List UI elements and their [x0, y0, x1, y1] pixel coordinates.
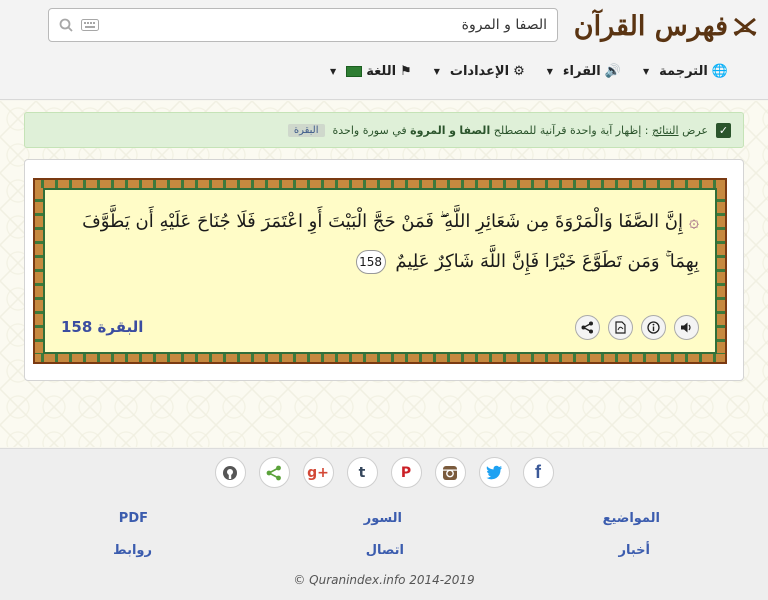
top-navbar: فهرس القرآن 🌐 الترجمة ▼ 🔊 القراء ▼ [0, 0, 768, 100]
facebook-icon[interactable]: f [522, 457, 554, 488]
footer-link-surahs[interactable]: السور [364, 511, 402, 526]
menu-language-label: اللغة [366, 64, 397, 79]
audio-icon[interactable] [674, 315, 699, 340]
menu-settings-label: الإعدادات [449, 64, 510, 79]
flag-icon: ⚑ [400, 64, 412, 79]
keyboard-icon[interactable] [81, 19, 99, 31]
share-icon[interactable] [575, 315, 600, 340]
ayah-number: 158 [355, 250, 386, 274]
search-box[interactable] [48, 8, 558, 42]
footer-link-links[interactable]: روابط [113, 543, 152, 558]
caret-down-icon: ▼ [330, 67, 337, 76]
menu-settings[interactable]: ⚙ الإعدادات ▼ [434, 64, 525, 79]
share-icon[interactable] [258, 457, 290, 488]
globe-icon: 🌐 [711, 64, 728, 79]
social-links: g+ t P f [0, 457, 768, 488]
menu-reciters-label: القراء [562, 64, 601, 79]
verse-frame: ۞إِنَّ الصَّفَا وَالْمَرْوَةَ مِن شَعَائ… [35, 180, 725, 362]
menu-reciters[interactable]: 🔊 القراء ▼ [547, 64, 621, 79]
surah-tag[interactable]: البقرة [287, 123, 325, 137]
notice-text: عرض النتائج : إظهار آية واحدة قرآنية للم… [332, 123, 708, 137]
verse-tools [575, 315, 699, 340]
copyright: © Quranindex.info 2014-2019 [293, 573, 475, 587]
gear-icon: ⚙ [513, 64, 525, 79]
github-icon[interactable] [214, 457, 246, 488]
menu-translation-label: الترجمة [659, 64, 708, 79]
volume-icon: 🔊 [604, 64, 621, 79]
caret-down-icon: ▼ [642, 67, 650, 76]
search-input[interactable] [99, 17, 547, 33]
verse-reference[interactable]: البقرة 158 [61, 318, 143, 336]
pdf-icon[interactable] [608, 315, 633, 340]
main-menu: 🌐 الترجمة ▼ 🔊 القراء ▼ ⚙ الإعدادات ▼ ⚑ ا… [330, 64, 728, 79]
instagram-icon[interactable] [434, 457, 466, 488]
main-content: ✓ عرض النتائج : إظهار آية واحدة قرآنية ل… [0, 101, 768, 447]
logo-text: فهرس القرآن [573, 10, 728, 42]
search-icon[interactable] [59, 18, 73, 32]
results-link[interactable]: النتائج [652, 124, 679, 137]
site-logo[interactable]: فهرس القرآن [574, 6, 758, 46]
footer-link-news[interactable]: أخبار [619, 543, 651, 558]
caret-down-icon: ▼ [433, 67, 440, 76]
menu-language[interactable]: ⚑ اللغة ▼ [330, 64, 412, 79]
verse-text: ۞إِنَّ الصَّفَا وَالْمَرْوَةَ مِن شَعَائ… [82, 211, 699, 274]
logo-book-icon [733, 17, 757, 37]
saudi-flag-icon [346, 66, 363, 77]
footer-link-pdf[interactable]: PDF [119, 511, 148, 526]
results-notice: ✓ عرض النتائج : إظهار آية واحدة قرآنية ل… [24, 112, 744, 148]
caret-down-icon: ▼ [546, 67, 553, 76]
google-plus-icon[interactable]: g+ [302, 457, 334, 488]
footer-link-topics[interactable]: المواضيع [603, 511, 660, 526]
verse-card: ۞إِنَّ الصَّفَا وَالْمَرْوَةَ مِن شَعَائ… [24, 159, 744, 381]
tumblr-icon[interactable]: t [346, 457, 378, 488]
footer: g+ t P f المواضيع السور PDF أخبار اتصال … [0, 448, 768, 600]
twitter-icon[interactable] [478, 457, 510, 488]
pinterest-icon[interactable]: P [390, 457, 422, 488]
check-icon: ✓ [716, 122, 731, 138]
footer-link-contact[interactable]: اتصال [366, 543, 404, 558]
search-tools [59, 18, 99, 32]
verse-ornament-icon: ۞ [689, 212, 699, 232]
info-icon[interactable] [641, 315, 666, 340]
menu-translation[interactable]: 🌐 الترجمة ▼ [643, 64, 728, 79]
